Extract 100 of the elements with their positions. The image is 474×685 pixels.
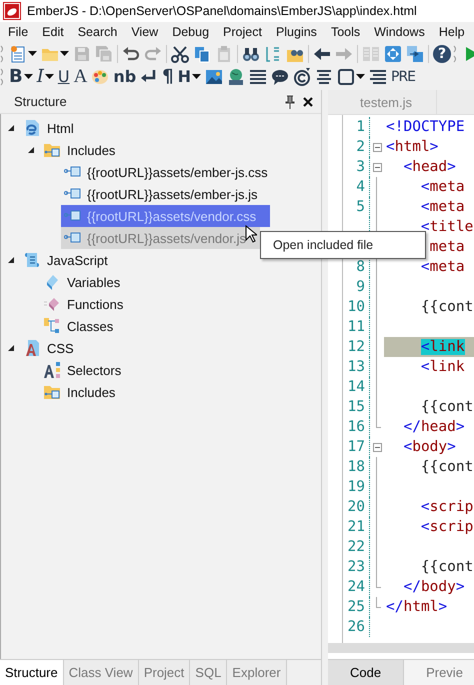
code-text: <meta	[420, 179, 465, 195]
toolbar-button[interactable]: A	[72, 66, 90, 88]
code-text: <meta	[420, 259, 465, 275]
undo-icon	[122, 44, 140, 62]
tree-item[interactable]: Classes	[41, 315, 128, 337]
mouse-pointer-icon	[245, 225, 257, 243]
menu-item[interactable]: Project	[217, 25, 268, 39]
tree-item[interactable]: Includes	[41, 381, 130, 403]
line-number: 18	[346, 459, 365, 475]
line-number: 22	[346, 539, 365, 555]
scroll-icon	[23, 251, 41, 269]
fold-end-mark	[376, 417, 381, 428]
expander-icon[interactable]	[7, 344, 15, 352]
code-text: {{cont	[420, 459, 474, 475]
replace-icon	[264, 44, 282, 62]
tree-item[interactable]: Functions	[41, 293, 138, 315]
align-lines-icon	[369, 68, 387, 86]
toolbar-grip	[453, 44, 458, 64]
toolbar-button[interactable]: PRE	[389, 66, 418, 88]
copy-icon	[193, 44, 211, 62]
code-text: <link	[420, 339, 465, 355]
tree-item[interactable]: JavaScript	[21, 249, 122, 271]
toolbar-button[interactable]: ¶	[160, 66, 176, 88]
expander-icon[interactable]	[7, 256, 15, 264]
tree-item[interactable]: CSS	[21, 337, 88, 359]
line-number: 16	[346, 419, 365, 435]
code-text: </html>	[386, 599, 448, 615]
fold-end-mark	[376, 577, 381, 588]
tree-item[interactable]: Html	[21, 117, 88, 139]
code-text: {{cont	[420, 559, 474, 575]
clipboard-icon	[215, 44, 233, 62]
panel-tab[interactable]: SQL	[190, 660, 228, 685]
toolbar-button[interactable]: U	[56, 66, 72, 88]
caret-icon	[28, 50, 37, 56]
folder-icon	[43, 383, 61, 401]
menu-item[interactable]: Help	[432, 25, 471, 39]
line-number: 10	[346, 299, 365, 315]
menu-item[interactable]: View	[125, 25, 164, 39]
palette-icon	[91, 68, 110, 86]
menu-item[interactable]: File	[2, 25, 34, 39]
horizontal-scrollbar[interactable]	[328, 643, 474, 653]
align-center-icon	[315, 68, 333, 86]
line-number: 13	[346, 359, 365, 375]
code-text: </body>	[403, 579, 465, 595]
line-number: 4	[355, 179, 365, 195]
globe-icon	[227, 68, 245, 86]
menu-item[interactable]: Windows	[368, 25, 431, 39]
collapse-icon[interactable]	[372, 442, 382, 452]
tree-item[interactable]: Selectors	[41, 359, 136, 381]
line-number: 23	[346, 559, 365, 575]
collapse-icon[interactable]	[372, 142, 382, 152]
redo-icon	[144, 44, 162, 62]
line-number: 11	[346, 319, 365, 335]
code-text: <html>	[386, 139, 438, 155]
square-icon	[337, 68, 355, 86]
image-icon	[205, 68, 223, 86]
panel-tab[interactable]: Structure	[0, 660, 64, 685]
window-title: EmberJS - D:\OpenServer\OSPanel\domains\EmberJS\app\index.html	[27, 4, 417, 18]
menu-item[interactable]: Plugins	[270, 25, 323, 39]
code-text: {{cont	[420, 399, 474, 415]
toolbar-button[interactable]: B	[7, 66, 35, 88]
expand-icon	[384, 44, 402, 62]
copyright-icon	[293, 68, 311, 86]
code-text: <meta	[420, 199, 465, 215]
menu-item[interactable]: Debug	[166, 25, 216, 39]
menu-item[interactable]: Search	[72, 25, 124, 39]
view-tab[interactable]: Previe	[404, 660, 474, 685]
toolbar-button[interactable]: I	[34, 66, 56, 88]
code-text: <scrip	[420, 519, 474, 535]
expander-icon[interactable]	[27, 146, 35, 154]
close-icon[interactable]	[303, 96, 313, 106]
caret-icon	[60, 50, 69, 56]
panel-tab[interactable]: Project	[138, 660, 190, 685]
view-tab[interactable]: Code	[328, 660, 404, 685]
code-text: <head>	[403, 159, 456, 175]
menu-item[interactable]: Tools	[324, 25, 366, 39]
tree-item[interactable]: {{rootURL}}assets/ember-js.css	[61, 161, 282, 183]
tree-item[interactable]: Variables	[41, 271, 134, 293]
line-number: 1	[355, 119, 365, 135]
toolbar-button[interactable]	[291, 66, 313, 88]
expander-icon[interactable]	[7, 124, 15, 132]
toolbar-button[interactable]: ?	[431, 42, 453, 64]
line-number: 25	[346, 599, 365, 615]
code-text: <link	[420, 359, 465, 375]
panel-tab[interactable]: Explorer	[227, 660, 287, 685]
line-number: 19	[346, 479, 365, 495]
line-number: 5	[355, 199, 365, 215]
pin-icon[interactable]	[285, 94, 295, 108]
toolbar-button[interactable]: H	[176, 66, 203, 88]
letter-document-icon	[23, 339, 41, 357]
hierarchy-icon	[43, 317, 61, 335]
tree-item[interactable]: Includes	[41, 139, 130, 161]
tree-item[interactable]: {{rootURL}}assets/ember-js.js	[61, 183, 272, 205]
toolbar-button[interactable]: nb	[111, 66, 138, 88]
collapse-icon[interactable]	[372, 162, 382, 172]
code-text: </head>	[403, 419, 465, 435]
menu-item[interactable]: Edit	[36, 25, 70, 39]
line-number: 9	[355, 279, 365, 295]
panel-tab[interactable]: Class View	[64, 660, 139, 685]
code-text: meta	[430, 239, 465, 255]
